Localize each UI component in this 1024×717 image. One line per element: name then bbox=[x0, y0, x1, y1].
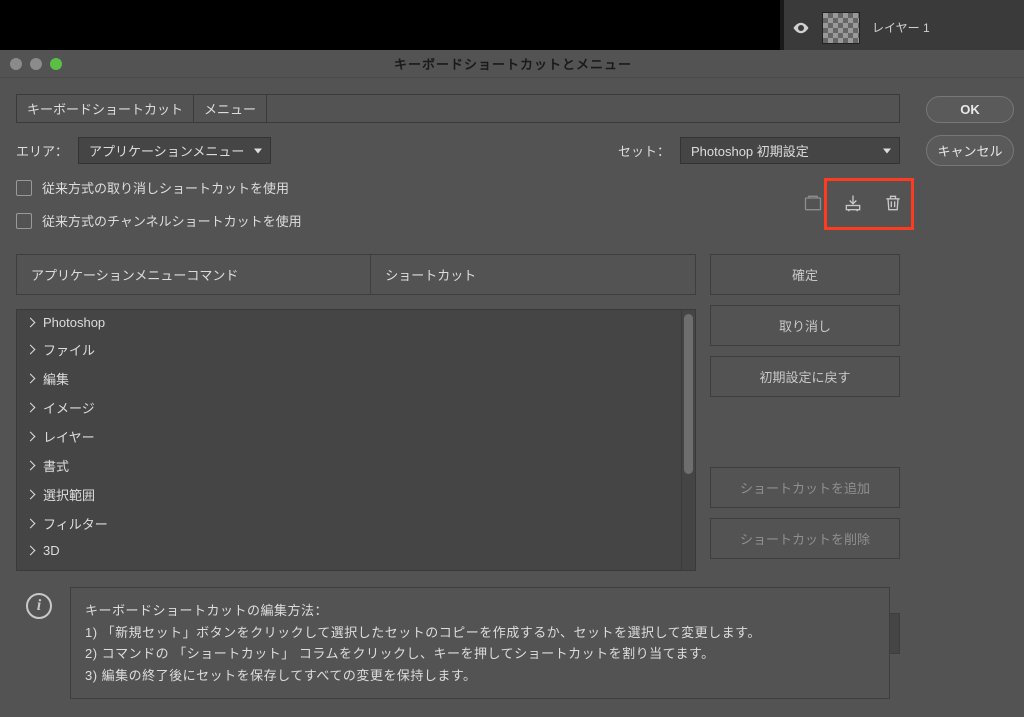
cancel-button[interactable]: キャンセル bbox=[926, 135, 1014, 166]
chevron-right-icon bbox=[27, 404, 35, 412]
accept-button[interactable]: 確定 bbox=[710, 254, 900, 295]
chevron-right-icon bbox=[27, 520, 35, 528]
area-select[interactable]: アプリケーションメニュー bbox=[78, 137, 271, 164]
tab-strip: キーボードショートカット メニュー bbox=[16, 94, 900, 123]
zoom-window-icon[interactable] bbox=[50, 58, 62, 70]
legacy-channel-label: 従来方式のチャンネルショートカットを使用 bbox=[42, 211, 302, 230]
list-item-label: イメージ bbox=[43, 398, 95, 417]
list-item-label: ファイル bbox=[43, 340, 95, 359]
legacy-channel-checkbox[interactable] bbox=[16, 213, 32, 229]
set-select[interactable]: Photoshop 初期設定 bbox=[680, 137, 900, 164]
dialog-titlebar: キーボードショートカットとメニュー bbox=[0, 50, 1024, 78]
layers-panel-row: レイヤー 1 bbox=[784, 0, 1024, 55]
list-item-label: 書式 bbox=[43, 456, 69, 475]
tab-shortcuts[interactable]: キーボードショートカット bbox=[17, 95, 194, 122]
info-heading: キーボードショートカットの編集方法： bbox=[85, 600, 875, 621]
list-item[interactable]: 選択範囲 bbox=[17, 480, 681, 509]
list-item[interactable]: ファイル bbox=[17, 335, 681, 364]
visibility-eye-icon[interactable] bbox=[792, 19, 810, 37]
info-icon: i bbox=[26, 593, 52, 619]
legacy-undo-checkbox[interactable] bbox=[16, 180, 32, 196]
area-label: エリア： bbox=[16, 141, 68, 160]
dialog-title: キーボードショートカットとメニュー bbox=[62, 54, 964, 73]
ok-button[interactable]: OK bbox=[926, 96, 1014, 123]
set-select-value: Photoshop 初期設定 bbox=[691, 141, 809, 160]
chevron-right-icon bbox=[27, 547, 35, 555]
list-item[interactable]: レイヤー bbox=[17, 422, 681, 451]
shortcuts-dialog: キーボードショートカットとメニュー キーボードショートカット メニュー エリア：… bbox=[0, 50, 1024, 717]
command-list[interactable]: Photoshop ファイル 編集 イメージ レイヤー 書式 選択範囲 フィルタ… bbox=[17, 310, 681, 570]
tab-menus[interactable]: メニュー bbox=[194, 95, 267, 122]
area-select-value: アプリケーションメニュー bbox=[89, 141, 244, 160]
header-shortcut: ショートカット bbox=[371, 255, 695, 294]
set-icon-row bbox=[802, 192, 904, 214]
new-set-icon[interactable] bbox=[802, 192, 824, 214]
chevron-right-icon bbox=[27, 491, 35, 499]
close-window-icon[interactable] bbox=[10, 58, 22, 70]
undo-button[interactable]: 取り消し bbox=[710, 305, 900, 346]
add-shortcut-button[interactable]: ショートカットを追加 bbox=[710, 467, 900, 508]
list-item[interactable]: イメージ bbox=[17, 393, 681, 422]
list-item[interactable]: Photoshop bbox=[17, 310, 681, 335]
delete-set-icon[interactable] bbox=[882, 192, 904, 214]
info-line: 2) コマンドの 「ショートカット」 コラムをクリックし、キーを押してショートカ… bbox=[85, 643, 875, 664]
save-set-icon[interactable] bbox=[842, 192, 864, 214]
layer-thumbnail[interactable] bbox=[822, 12, 860, 44]
window-controls bbox=[0, 58, 62, 70]
list-item-label: フィルター bbox=[43, 514, 108, 533]
info-text: キーボードショートカットの編集方法： 1) 「新規セット」ボタンをクリックして選… bbox=[70, 587, 890, 699]
list-item-label: レイヤー bbox=[43, 427, 95, 446]
legacy-undo-label: 従来方式の取り消しショートカットを使用 bbox=[42, 178, 289, 197]
list-header: アプリケーションメニューコマンド ショートカット bbox=[16, 254, 696, 295]
layer-name[interactable]: レイヤー 1 bbox=[872, 19, 930, 36]
canvas-dark bbox=[0, 0, 780, 55]
info-area: i キーボードショートカットの編集方法： 1) 「新規セット」ボタンをクリックし… bbox=[16, 573, 900, 717]
set-label: セット： bbox=[618, 141, 670, 160]
list-item-label: Photoshop bbox=[43, 315, 105, 330]
list-item[interactable]: フィルター bbox=[17, 509, 681, 538]
dialog-action-column: OK キャンセル bbox=[916, 78, 1024, 717]
delete-shortcut-button[interactable]: ショートカットを削除 bbox=[710, 518, 900, 559]
list-item-label: 選択範囲 bbox=[43, 485, 95, 504]
header-command: アプリケーションメニューコマンド bbox=[17, 255, 371, 294]
reset-button[interactable]: 初期設定に戻す bbox=[710, 356, 900, 397]
info-line: 1) 「新規セット」ボタンをクリックして選択したセットのコピーを作成するか、セッ… bbox=[85, 622, 875, 643]
list-item[interactable]: 3D bbox=[17, 538, 681, 563]
chevron-right-icon bbox=[27, 346, 35, 354]
list-item-label: 3D bbox=[43, 543, 60, 558]
chevron-right-icon bbox=[27, 319, 35, 327]
list-item-label: 編集 bbox=[43, 369, 69, 388]
info-line: 3) 編集の終了後にセットを保存してすべての変更を保持します。 bbox=[85, 665, 875, 686]
dialog-content: キーボードショートカット メニュー エリア： アプリケーションメニュー セット：… bbox=[0, 78, 916, 717]
list-item[interactable]: 書式 bbox=[17, 451, 681, 480]
minimize-window-icon[interactable] bbox=[30, 58, 42, 70]
list-scrollbar[interactable] bbox=[681, 310, 695, 570]
chevron-right-icon bbox=[27, 433, 35, 441]
scroll-thumb[interactable] bbox=[684, 314, 693, 474]
list-item[interactable]: 編集 bbox=[17, 364, 681, 393]
chevron-right-icon bbox=[27, 462, 35, 470]
chevron-right-icon bbox=[27, 375, 35, 383]
